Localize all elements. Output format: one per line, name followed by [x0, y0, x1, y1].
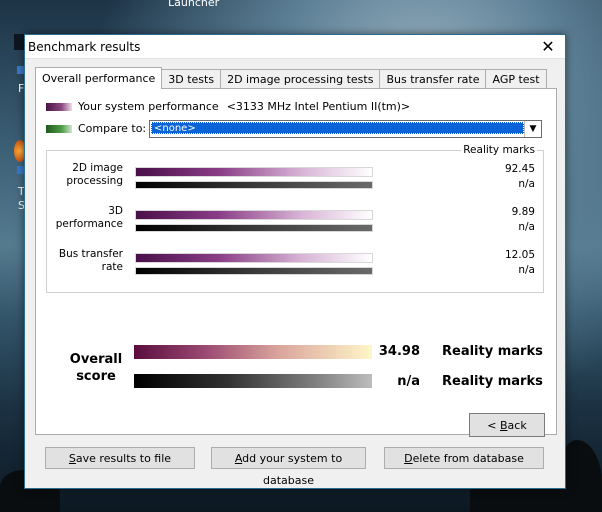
- group-caption: Reality marks: [461, 144, 537, 156]
- overall-compare-unit: Reality marks: [442, 374, 543, 389]
- back-button-rest: ack: [507, 419, 527, 432]
- background-rock: [560, 440, 602, 512]
- metric-label: Bus transfer rate: [51, 248, 123, 274]
- system-score-value: 92.45: [504, 163, 535, 175]
- tab-2d-image-processing-tests[interactable]: 2D image processing tests: [220, 69, 381, 89]
- overall-compare-bar: [134, 374, 372, 388]
- compare-score-bar: [135, 181, 373, 189]
- overall-system-unit: Reality marks: [442, 344, 543, 359]
- overall-performance-panel: Your system performance <3133 MHz Intel …: [35, 88, 557, 435]
- system-score-value: 9.89: [511, 206, 535, 218]
- compare-score-value: n/a: [518, 264, 535, 276]
- tab-agp-test[interactable]: AGP test: [485, 69, 547, 89]
- back-button-accel: B: [500, 419, 508, 432]
- overall-system-bar: [134, 345, 372, 359]
- delete-button-rest: elete from database: [412, 452, 524, 465]
- metric-label-line: rate: [101, 261, 123, 273]
- delete-button-accel: D: [404, 452, 413, 465]
- system-color-swatch: [46, 102, 72, 111]
- metric-label-line: 3D: [108, 205, 123, 217]
- compare-dropdown[interactable]: <none> ▼: [149, 120, 542, 138]
- save-button-accel: S: [68, 452, 76, 465]
- add-button-rest: dd your system to database: [242, 452, 343, 487]
- delete-from-database-button[interactable]: Delete from database: [384, 447, 544, 469]
- metric-label-line: Bus transfer: [58, 248, 123, 260]
- compare-score-value: n/a: [518, 178, 535, 190]
- desktop-icon[interactable]: [14, 34, 24, 50]
- compare-legend: Compare to:: [46, 122, 146, 135]
- overall-label-line: Overall: [69, 352, 123, 367]
- tab-overall-performance[interactable]: Overall performance: [35, 67, 163, 89]
- metric-label: 3D performance: [51, 205, 123, 231]
- overall-compare-value: n/a: [397, 374, 420, 389]
- system-legend-label: Your system performance: [78, 100, 219, 113]
- overall-system-value: 34.98: [378, 344, 420, 359]
- metric-2d-image-processing: 2D image processing 92.45 n/a: [47, 160, 543, 200]
- system-score-bar: [135, 167, 373, 177]
- add-system-button[interactable]: Add your system to database: [211, 447, 366, 487]
- save-results-button[interactable]: Save results to file: [45, 447, 195, 469]
- back-button[interactable]: < Back: [469, 413, 545, 437]
- system-legend: Your system performance <3133 MHz Intel …: [46, 100, 410, 113]
- overall-score-label: Overall score: [64, 351, 128, 385]
- reality-marks-group: Reality marks 2D image processing 92.45 …: [46, 144, 544, 293]
- save-button-rest: ave results to file: [75, 452, 172, 465]
- benchmark-results-window: Benchmark results ✕ Overall performance …: [24, 34, 566, 489]
- compare-legend-label: Compare to:: [78, 122, 147, 135]
- system-score-bar: [135, 210, 373, 220]
- compare-color-swatch: [46, 124, 72, 133]
- tab-3d-tests[interactable]: 3D tests: [161, 69, 222, 89]
- close-icon[interactable]: ✕: [531, 35, 565, 58]
- desktop-launcher-label[interactable]: Launcher: [168, 0, 219, 9]
- metric-label-line: 2D image: [72, 162, 123, 174]
- metric-label-line: performance: [55, 218, 123, 230]
- tab-bus-transfer-rate[interactable]: Bus transfer rate: [379, 69, 487, 89]
- overall-label-line: score: [76, 369, 116, 384]
- compare-dropdown-value: <none>: [151, 122, 524, 134]
- compare-score-value: n/a: [518, 221, 535, 233]
- compare-score-bar: [135, 224, 373, 232]
- back-button-prefix: <: [487, 419, 500, 432]
- metric-label-line: processing: [66, 175, 123, 187]
- metric-label: 2D image processing: [51, 162, 123, 188]
- tab-bar: Overall performance 3D tests 2D image pr…: [35, 67, 547, 89]
- chevron-down-icon[interactable]: ▼: [524, 121, 541, 137]
- system-score-value: 12.05: [504, 249, 535, 261]
- system-description: <3133 MHz Intel Pentium II(tm)>: [226, 100, 411, 113]
- compare-score-bar: [135, 267, 373, 275]
- metric-bus-transfer-rate: Bus transfer rate 12.05 n/a: [47, 246, 543, 286]
- window-title: Benchmark results: [28, 39, 141, 54]
- title-bar[interactable]: Benchmark results ✕: [25, 35, 565, 59]
- system-score-bar: [135, 253, 373, 263]
- metric-3d-performance: 3D performance 9.89 n/a: [47, 203, 543, 243]
